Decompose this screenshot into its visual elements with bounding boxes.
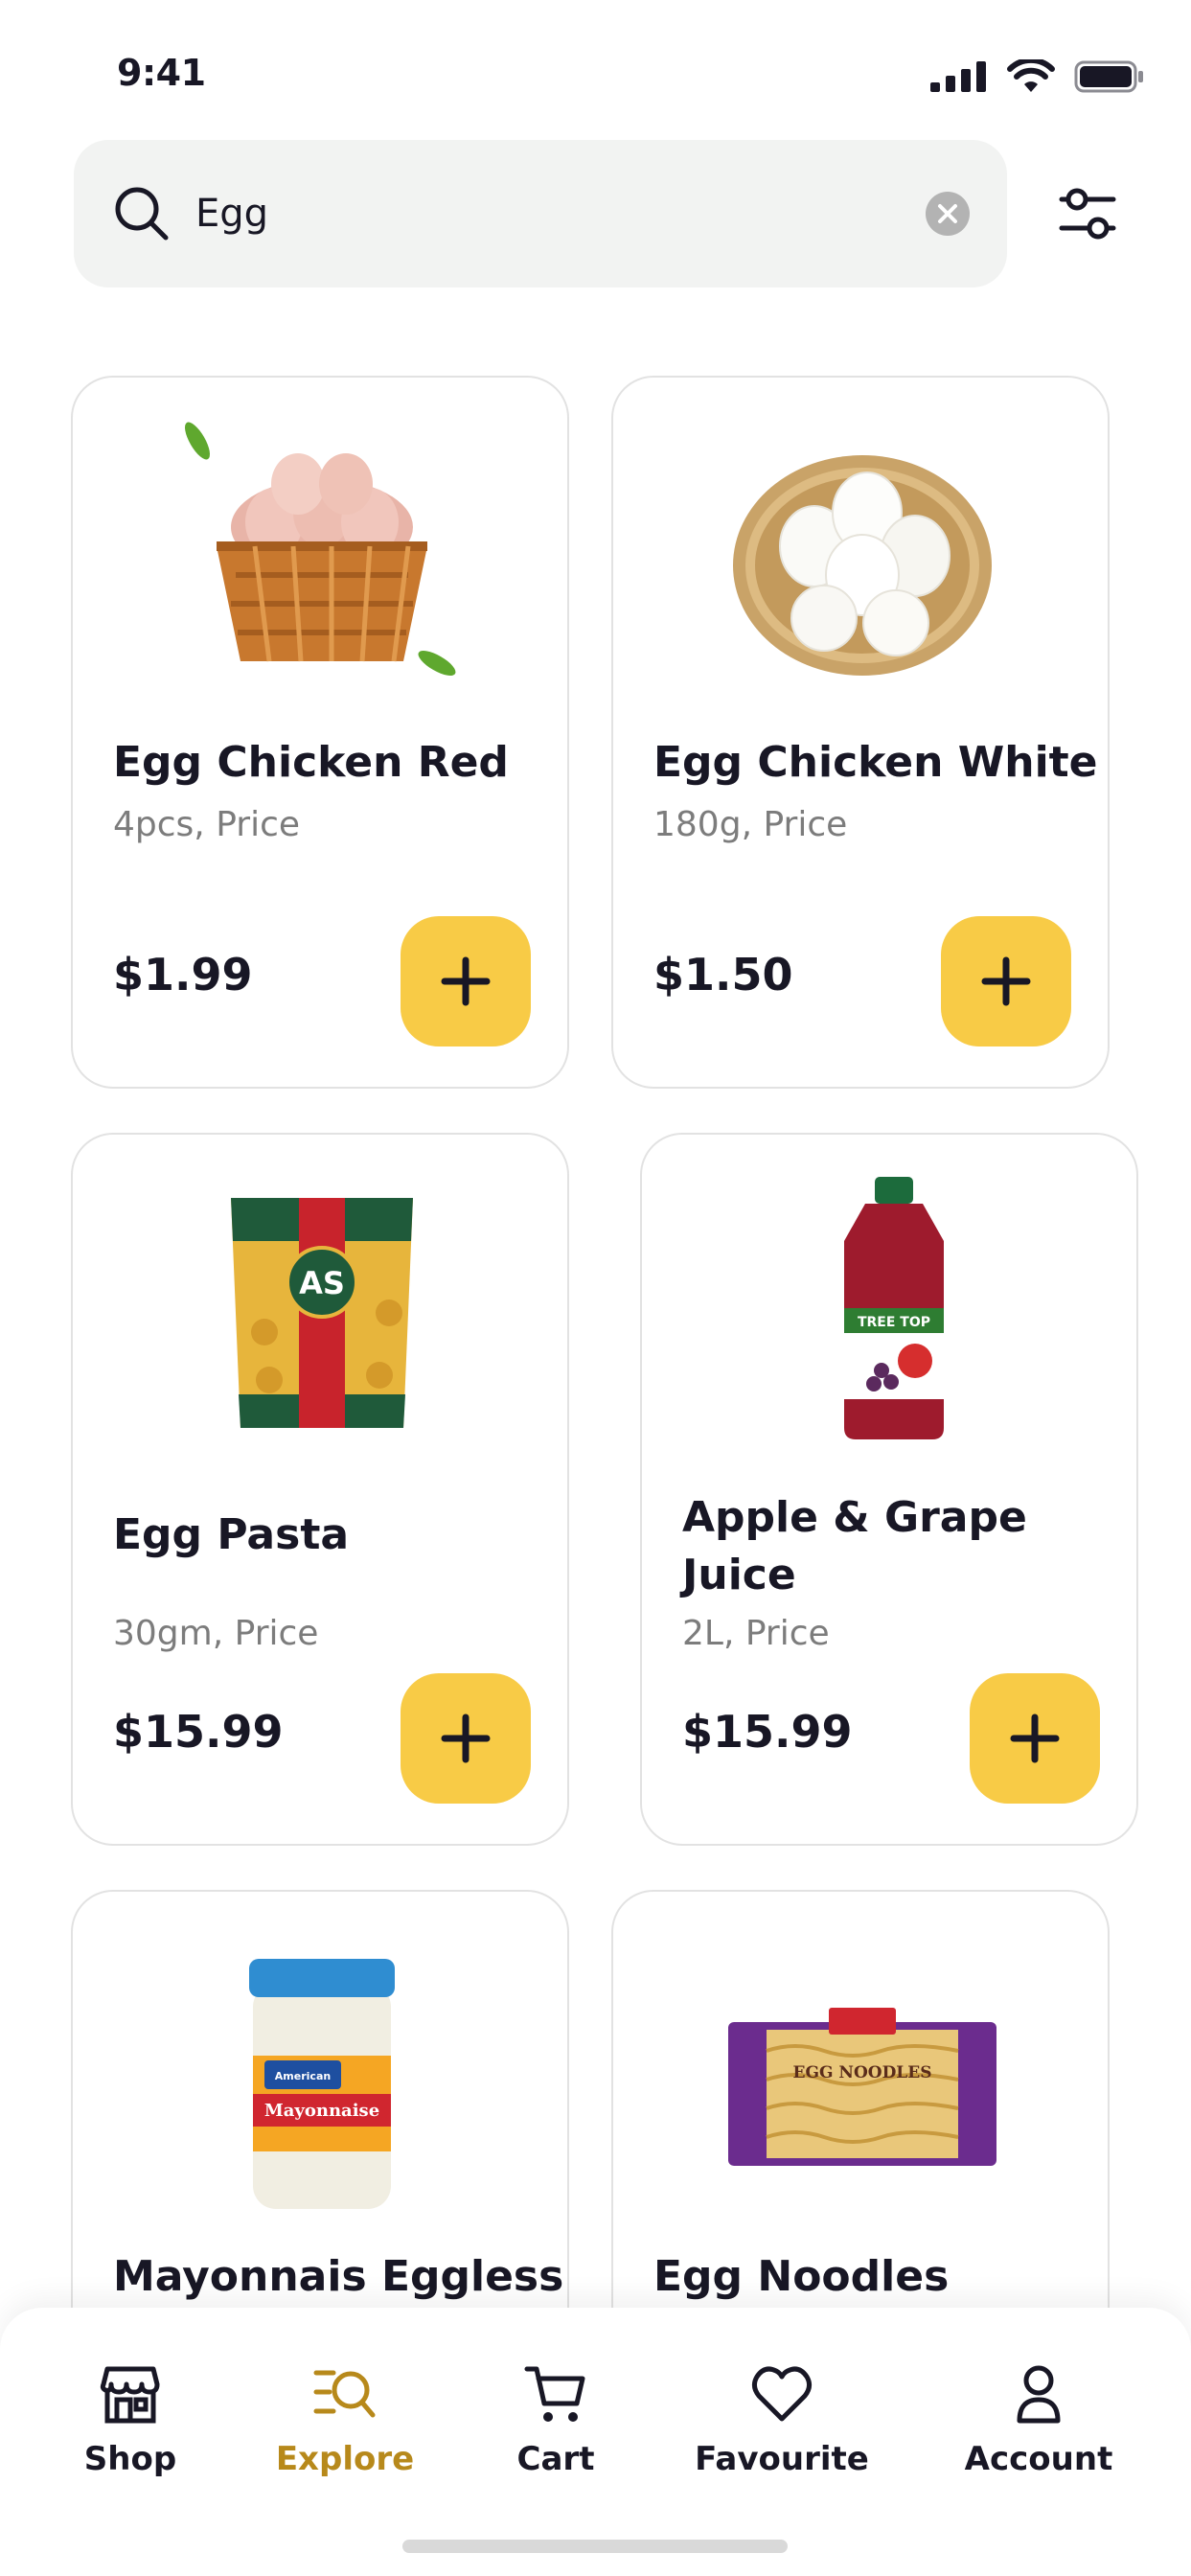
product-subtitle: 180g, Price <box>653 805 848 844</box>
product-price: $15.99 <box>113 1706 284 1758</box>
plus-icon <box>441 956 491 1006</box>
product-name: Apple & Grape Juice <box>682 1493 1027 1599</box>
svg-text:AS: AS <box>299 1265 345 1301</box>
svg-text:American: American <box>275 2070 331 2082</box>
product-card[interactable]: Egg Chicken Red 4pcs, Price $1.99 <box>71 376 569 1089</box>
nav-item-shop[interactable]: Shop <box>34 2361 226 2478</box>
nav-label-favourite: Favourite <box>695 2440 869 2478</box>
product-image: AS <box>231 1198 413 1428</box>
add-to-cart-button[interactable] <box>970 1673 1100 1804</box>
add-to-cart-button[interactable] <box>401 1673 531 1804</box>
home-indicator <box>402 2540 788 2553</box>
user-icon <box>1017 2365 1061 2424</box>
product-image <box>185 422 456 676</box>
product-name: Egg Noodles <box>653 2252 950 2301</box>
product-subtitle: 30gm, Price <box>113 1614 319 1653</box>
explore-icon <box>313 2370 376 2418</box>
product-price: $1.50 <box>653 949 793 1000</box>
nav-item-account[interactable]: Account <box>943 2361 1134 2478</box>
product-name: Egg Pasta <box>113 1510 350 1559</box>
nav-label-account: Account <box>964 2440 1113 2478</box>
wifi-icon <box>1007 59 1055 92</box>
plus-icon <box>441 1714 491 1763</box>
product-image: EGG NOODLES <box>728 2008 996 2166</box>
svg-text:EGG NOODLES: EGG NOODLES <box>793 2063 932 2082</box>
product-image: TREE TOP <box>844 1177 944 1439</box>
search-icon <box>115 187 169 241</box>
product-image <box>733 455 992 676</box>
signal-icon <box>930 61 986 92</box>
bottom-nav: Shop Explore Cart Favourite Account <box>0 2308 1191 2576</box>
nav-item-explore[interactable]: Explore <box>249 2361 441 2478</box>
product-name: Egg Chicken Red <box>113 738 509 787</box>
product-name: Egg Chicken White <box>653 738 1098 787</box>
status-time: 9:41 <box>117 52 206 94</box>
product-price: $1.99 <box>113 949 253 1000</box>
nav-item-cart[interactable]: Cart <box>460 2361 652 2478</box>
add-to-cart-button[interactable] <box>401 916 531 1046</box>
add-to-cart-button[interactable] <box>941 916 1071 1046</box>
nav-label-shop: Shop <box>83 2440 177 2478</box>
svg-text:Mayonnaise: Mayonnaise <box>264 2101 379 2121</box>
cart-icon <box>524 2366 585 2422</box>
store-icon <box>100 2366 160 2424</box>
heart-icon <box>751 2366 813 2422</box>
nav-label-cart: Cart <box>516 2440 595 2478</box>
battery-icon <box>1074 60 1143 93</box>
clear-search-icon[interactable] <box>924 190 972 238</box>
product-subtitle: 4pcs, Price <box>113 805 301 844</box>
plus-icon <box>1010 1714 1060 1763</box>
product-card[interactable]: AS Egg Pasta 30gm, Price $15.99 <box>71 1133 569 1846</box>
product-name: Mayonnais Eggless <box>113 2252 564 2301</box>
product-price: $15.99 <box>682 1706 853 1758</box>
product-subtitle: 2L, Price <box>682 1614 830 1653</box>
filter-icon[interactable] <box>1056 182 1119 245</box>
svg-text:TREE TOP: TREE TOP <box>858 1315 930 1330</box>
status-icons <box>930 59 1145 94</box>
product-card[interactable]: TREE TOP Apple & Grape Juice 2L, Price $… <box>640 1133 1138 1846</box>
product-card[interactable]: Egg Chicken White 180g, Price $1.50 <box>611 376 1110 1089</box>
search-input[interactable] <box>195 178 866 249</box>
plus-icon <box>981 956 1031 1006</box>
nav-item-favourite[interactable]: Favourite <box>686 2361 878 2478</box>
product-image: Mayonnaise American <box>249 1959 395 2209</box>
search-bar <box>74 140 1007 288</box>
nav-label-explore: Explore <box>275 2440 415 2478</box>
